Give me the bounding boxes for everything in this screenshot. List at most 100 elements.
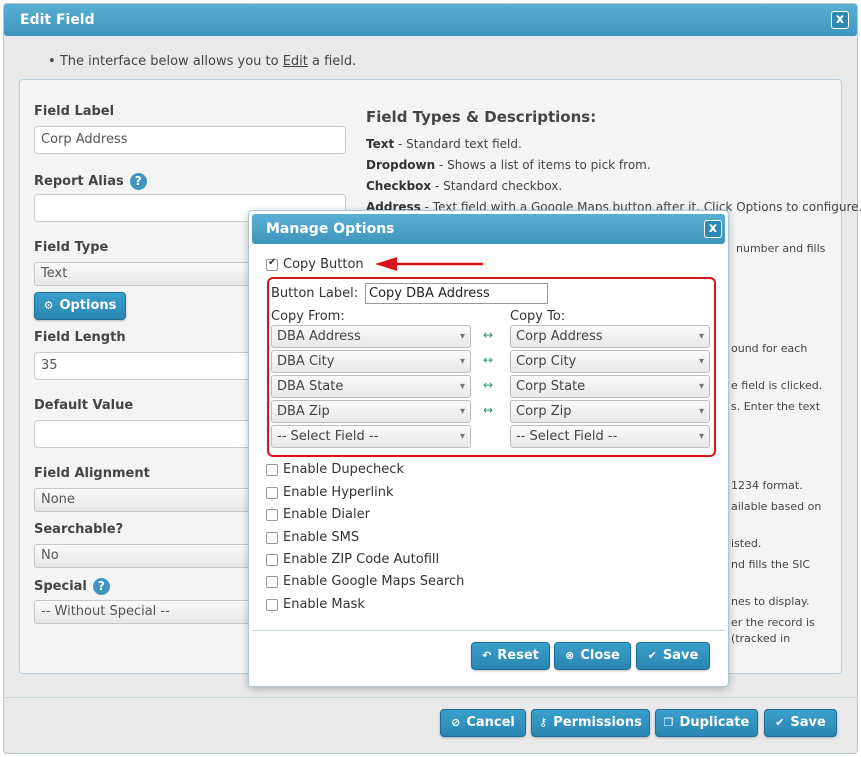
description-name: Checkbox [366, 179, 432, 193]
close-button[interactable]: ⊗ Close [554, 642, 631, 670]
key-icon: ⚷ [539, 716, 548, 729]
intro-suffix: a field. [307, 54, 357, 69]
dialer-checkbox[interactable] [266, 509, 278, 521]
window-close-icon[interactable]: x [831, 11, 849, 29]
close-button-label: Close [580, 648, 620, 663]
reset-button[interactable]: ↶ Reset [471, 642, 550, 670]
permissions-button[interactable]: ⚷ Permissions [531, 709, 650, 737]
copy-to-select[interactable]: Corp City [510, 350, 710, 373]
description-text: - Standard checkbox. [431, 179, 563, 193]
description-fragment: e field is clicked. [731, 379, 823, 392]
zip-autofill-checkbox[interactable] [266, 554, 278, 566]
gear-icon: ⚙ [43, 299, 54, 312]
copy-from-label: Copy From: [271, 309, 345, 324]
description-text: - Standard text field. [394, 137, 522, 151]
modal-footer-divider [252, 630, 725, 631]
mapping-arrow-icon: ↔ [483, 378, 494, 392]
copy-to-label: Copy To: [510, 309, 566, 324]
bullet-icon: • [48, 54, 56, 69]
copy-from-select[interactable]: DBA Address [271, 325, 471, 348]
arrow-pointer-icon [375, 257, 483, 271]
reset-button-label: Reset [497, 648, 539, 663]
special-label: Special? [34, 578, 110, 595]
mask-checkbox[interactable] [266, 599, 278, 611]
description-fragment: er the record is [731, 616, 815, 629]
button-label-input[interactable]: Copy DBA Address [365, 283, 548, 304]
google-maps-search-label: Enable Google Maps Search [283, 574, 465, 589]
check-circle-icon: ✔ [775, 716, 785, 729]
zip-autofill-label: Enable ZIP Code Autofill [283, 552, 440, 567]
description-text: - Shows a list of items to pick from. [435, 158, 651, 172]
intro-edit-link: Edit [282, 54, 308, 69]
permissions-button-label: Permissions [553, 715, 642, 730]
sms-checkbox[interactable] [266, 532, 278, 544]
special-select[interactable]: -- Without Special -- [34, 600, 274, 624]
copy-button-checkbox[interactable] [266, 257, 278, 271]
cancel-button-label: Cancel [466, 715, 515, 730]
duplicate-button[interactable]: ❐ Duplicate [655, 709, 758, 737]
google-maps-search-checkbox[interactable] [266, 576, 278, 588]
check-circle-icon: ✔ [647, 649, 657, 662]
help-icon[interactable]: ? [129, 173, 147, 190]
modal-close-icon[interactable]: x [704, 220, 722, 238]
field-alignment-select[interactable]: None [34, 488, 274, 512]
report-alias-text: Report Alias [34, 174, 124, 189]
copy-to-select[interactable]: Corp Zip [510, 400, 710, 423]
copy-to-select[interactable]: Corp State [510, 375, 710, 398]
options-button[interactable]: ⚙ Options [34, 292, 126, 320]
description-item: Checkbox - Standard checkbox. [366, 179, 562, 193]
mask-label: Enable Mask [283, 597, 365, 612]
copy-from-select[interactable]: DBA State [271, 375, 471, 398]
description-item: Text - Standard text field. [366, 137, 522, 151]
close-circle-icon: ⊗ [565, 649, 575, 662]
copy-to-select[interactable]: Corp Address [510, 325, 710, 348]
copy-icon: ❐ [663, 716, 674, 729]
modal-save-button[interactable]: ✔ Save [636, 642, 710, 670]
modal-title: Manage Options [266, 221, 395, 237]
hyperlink-label: Enable Hyperlink [283, 485, 394, 500]
field-length-label: Field Length [34, 330, 126, 345]
description-fragment: nes to display. [731, 595, 810, 608]
field-alignment-label: Field Alignment [34, 466, 150, 481]
cancel-icon: ⊘ [451, 716, 461, 729]
copy-button-label: Copy Button [283, 257, 364, 272]
dupecheck-label: Enable Dupecheck [283, 462, 404, 477]
description-name: Dropdown [366, 158, 436, 172]
manage-options-modal: Manage Options x Copy Button Button Labe… [248, 210, 729, 687]
hyperlink-checkbox[interactable] [266, 487, 278, 499]
duplicate-button-label: Duplicate [679, 715, 750, 730]
default-value-label: Default Value [34, 398, 134, 413]
special-text: Special [34, 579, 87, 594]
field-type-select[interactable]: Text [34, 262, 274, 286]
mapping-arrow-icon: ↔ [483, 403, 494, 417]
save-button[interactable]: ✔ Save [764, 709, 837, 737]
description-fragment: number and fills [736, 242, 826, 255]
footer-divider [3, 697, 858, 698]
copy-from-select[interactable]: DBA City [271, 350, 471, 373]
description-fragment: ound for each [731, 342, 808, 355]
description-name: Text [366, 137, 395, 151]
window-titlebar: Edit Field [4, 4, 857, 36]
description-fragment: nd fills the SIC [731, 558, 811, 571]
copy-from-select[interactable]: -- Select Field -- [271, 425, 471, 448]
undo-icon: ↶ [482, 649, 492, 662]
save-button-label: Save [790, 715, 826, 730]
help-icon[interactable]: ? [92, 578, 110, 595]
description-fragment: s. Enter the text [731, 400, 821, 413]
button-label-label: Button Label: [271, 286, 359, 301]
description-fragment: ailable based on [731, 500, 822, 513]
field-label-input[interactable]: Corp Address [34, 126, 346, 154]
searchable-select[interactable]: No [34, 544, 274, 568]
descriptions-heading: Field Types & Descriptions: [366, 108, 597, 126]
dupecheck-checkbox[interactable] [266, 464, 278, 476]
copy-from-select[interactable]: DBA Zip [271, 400, 471, 423]
field-type-label: Field Type [34, 240, 109, 255]
description-fragment: isted. [731, 537, 762, 550]
cancel-button[interactable]: ⊘ Cancel [440, 709, 526, 737]
copy-to-select[interactable]: -- Select Field -- [510, 425, 710, 448]
description-item: Dropdown - Shows a list of items to pick… [366, 158, 651, 172]
report-alias-label: Report Alias? [34, 173, 147, 190]
sms-label: Enable SMS [283, 530, 360, 545]
intro-prefix: The interface below allows you to [59, 54, 283, 69]
modal-save-button-label: Save [662, 648, 699, 663]
